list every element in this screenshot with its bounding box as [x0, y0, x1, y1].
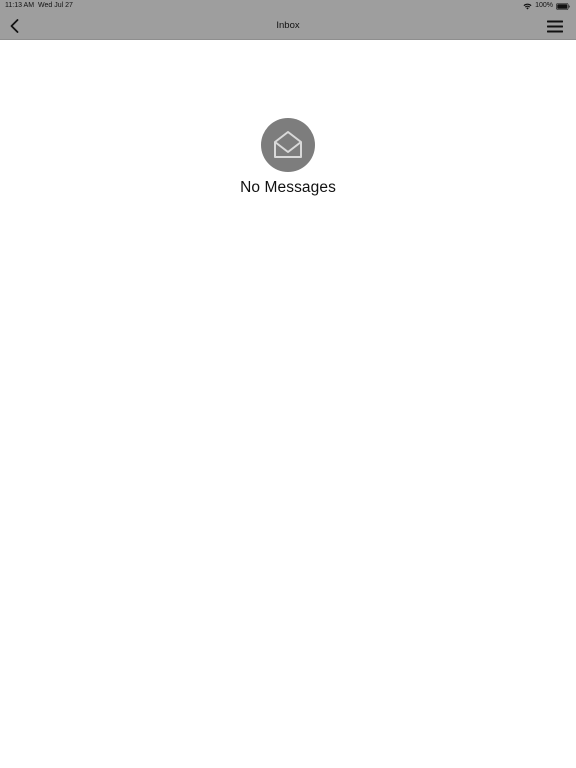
status-indicators: 100%: [523, 0, 570, 12]
empty-state: No Messages: [0, 118, 576, 197]
status-date: Wed Jul 27: [38, 2, 73, 9]
empty-message: No Messages: [240, 179, 336, 196]
status-time: 11:13 AM: [5, 2, 35, 9]
wifi-icon: [523, 3, 532, 9]
empty-inbox-badge: [261, 118, 315, 172]
navigation-bar: Inbox: [0, 12, 576, 40]
battery-icon: [556, 2, 570, 10]
open-envelope-icon: [274, 131, 302, 158]
menu-button[interactable]: [546, 17, 564, 35]
hamburger-menu-icon: [547, 20, 563, 32]
battery-percent: 100%: [535, 2, 553, 9]
status-bar: 11:13 AM Wed Jul 27 100%: [0, 0, 576, 12]
page-title: Inbox: [276, 20, 300, 31]
